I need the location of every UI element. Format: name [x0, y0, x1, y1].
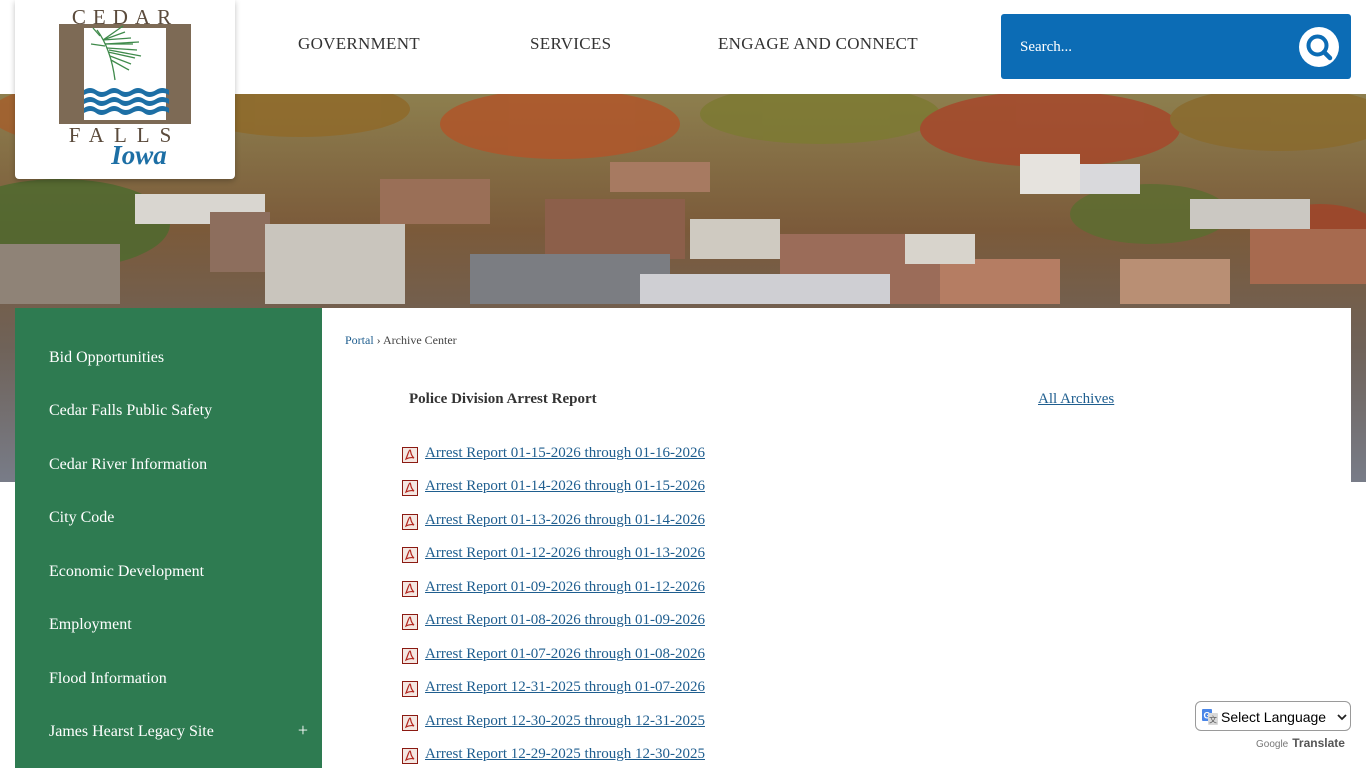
- report-link[interactable]: Arrest Report 01-13-2026 through 01-14-2…: [425, 512, 705, 529]
- report-link[interactable]: Arrest Report 12-30-2025 through 12-31-2…: [425, 713, 705, 730]
- main-content: Portal › Archive Center Police Division …: [322, 308, 1351, 768]
- svg-text:文: 文: [1209, 715, 1217, 725]
- chevron-down-icon: [1337, 714, 1347, 721]
- breadcrumb: Portal › Archive Center: [345, 333, 457, 348]
- pdf-icon: [402, 514, 418, 530]
- pdf-icon: [402, 447, 418, 463]
- breadcrumb-current: Archive Center: [383, 333, 457, 347]
- all-archives-link[interactable]: All Archives: [1038, 391, 1114, 408]
- logo-card[interactable]: CEDAR FALLS Iowa: [15, 0, 235, 179]
- nav-government[interactable]: GOVERNMENT: [298, 34, 420, 54]
- sidebar-item-public-safety[interactable]: Cedar Falls Public Safety: [49, 402, 309, 420]
- sidebar-item-bid-opportunities[interactable]: Bid Opportunities: [49, 349, 309, 367]
- cedar-falls-logo: CEDAR FALLS Iowa: [59, 5, 191, 170]
- search-input[interactable]: [1013, 32, 1283, 62]
- nav-engage-and-connect[interactable]: ENGAGE AND CONNECT: [718, 34, 918, 54]
- language-select-label: Select Language: [1221, 709, 1327, 725]
- report-link[interactable]: Arrest Report 01-12-2026 through 01-13-2…: [425, 545, 705, 562]
- pdf-icon: [402, 681, 418, 697]
- report-link[interactable]: Arrest Report 01-07-2026 through 01-08-2…: [425, 646, 705, 663]
- pdf-icon: [402, 648, 418, 664]
- language-select[interactable]: G 文 Select Language: [1195, 701, 1351, 731]
- search-box: [1001, 14, 1351, 79]
- nav-services[interactable]: SERVICES: [530, 34, 611, 54]
- sidebar-item-economic-development[interactable]: Economic Development: [49, 563, 309, 581]
- report-link[interactable]: Arrest Report 01-15-2026 through 01-16-2…: [425, 445, 705, 462]
- sidebar-nav: Bid Opportunities Cedar Falls Public Saf…: [15, 308, 322, 768]
- pdf-icon: [402, 480, 418, 496]
- sidebar-item-james-hearst-legacy-site[interactable]: James Hearst Legacy Site: [49, 723, 309, 741]
- sidebar-item-flood-information[interactable]: Flood Information: [49, 670, 309, 688]
- svg-text:Iowa: Iowa: [110, 140, 167, 170]
- pdf-icon: [402, 614, 418, 630]
- powered-by-google: Google Translate: [1256, 736, 1345, 750]
- search-button[interactable]: [1299, 27, 1339, 67]
- plus-icon[interactable]: +: [295, 721, 311, 739]
- report-link[interactable]: Arrest Report 01-08-2026 through 01-09-2…: [425, 612, 705, 629]
- breadcrumb-separator: ›: [373, 333, 384, 347]
- pdf-icon: [402, 748, 418, 764]
- sidebar-item-employment[interactable]: Employment: [49, 616, 309, 634]
- report-link[interactable]: Arrest Report 12-29-2025 through 12-30-2…: [425, 746, 705, 763]
- archive-title: Police Division Arrest Report: [409, 391, 597, 407]
- report-link[interactable]: Arrest Report 01-14-2026 through 01-15-2…: [425, 478, 705, 495]
- svg-text:CEDAR: CEDAR: [72, 5, 178, 29]
- translate-link[interactable]: Translate: [1292, 736, 1345, 750]
- pdf-icon: [402, 581, 418, 597]
- sidebar-item-cedar-river-information[interactable]: Cedar River Information: [49, 456, 309, 474]
- report-link[interactable]: Arrest Report 01-09-2026 through 01-12-2…: [425, 579, 705, 596]
- report-link[interactable]: Arrest Report 12-31-2025 through 01-07-2…: [425, 679, 705, 696]
- search-icon: [1302, 30, 1336, 64]
- google-translate-widget: G 文 Select Language Google Translate: [1195, 701, 1351, 755]
- breadcrumb-portal-link[interactable]: Portal: [345, 333, 374, 347]
- google-wordmark: Google: [1256, 739, 1289, 750]
- pdf-icon: [402, 715, 418, 731]
- google-translate-icon: G 文: [1202, 709, 1218, 725]
- sidebar-item-city-code[interactable]: City Code: [49, 509, 309, 527]
- pdf-icon: [402, 547, 418, 563]
